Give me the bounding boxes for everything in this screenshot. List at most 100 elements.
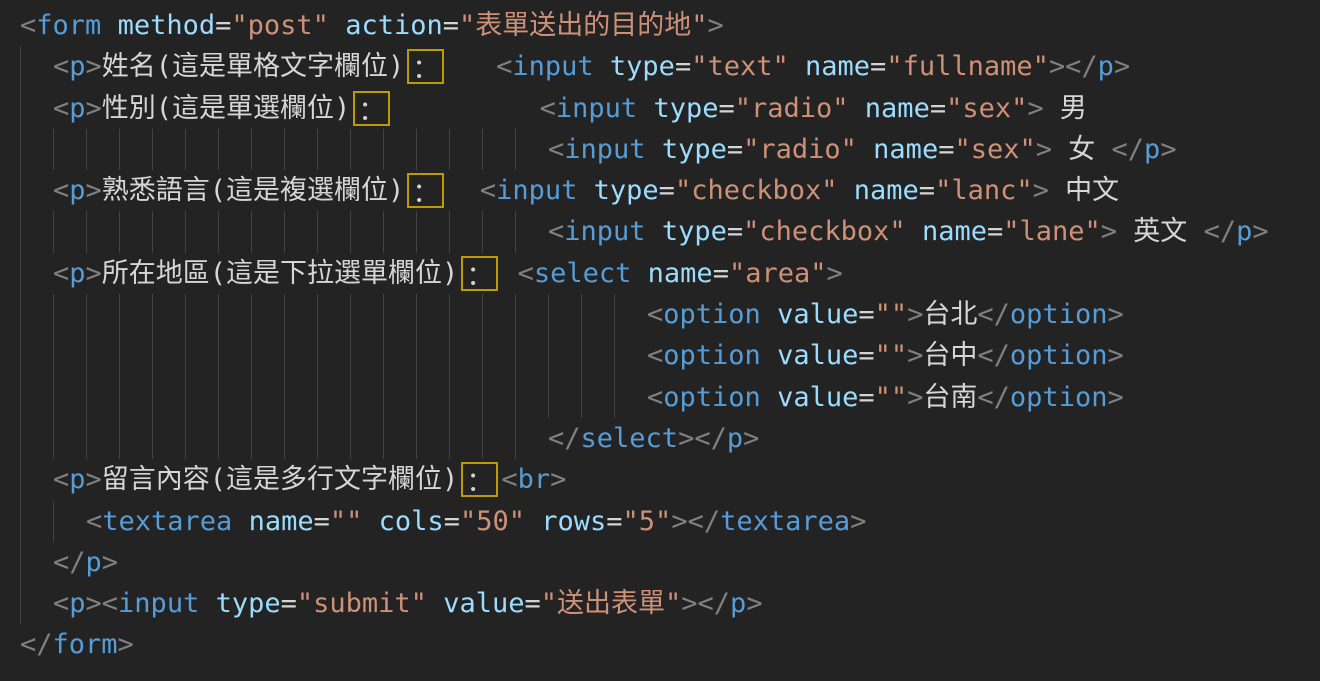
token-attribute-name: value — [443, 583, 524, 624]
indent-guides — [20, 211, 548, 252]
token-text: 中文 — [1049, 170, 1119, 211]
token-string: "" — [330, 501, 363, 542]
token-punctuation: < — [548, 211, 564, 252]
token-text — [857, 129, 873, 170]
code-line: <option value="">台北</option> — [20, 294, 1320, 335]
token-tag-name: option — [663, 294, 761, 335]
token-text — [199, 583, 215, 624]
token-tag-name: br — [518, 459, 551, 500]
token-attribute-name: value — [777, 377, 858, 418]
token-punctuation: < — [86, 501, 102, 542]
token-string: "fullname" — [886, 46, 1049, 87]
token-tag-name: input — [118, 583, 199, 624]
token-attribute-name: type — [610, 46, 675, 87]
token-text — [637, 88, 653, 129]
token-attribute-name: name — [249, 501, 314, 542]
token-operator: = — [444, 501, 460, 542]
token-operator: = — [215, 5, 231, 46]
token-attribute-name: action — [345, 5, 443, 46]
token-string: "5" — [623, 501, 672, 542]
token-operator: = — [919, 170, 935, 211]
token-tag-name: form — [36, 5, 101, 46]
token-punctuation: > — [1101, 211, 1117, 252]
token-attribute-name: type — [216, 583, 281, 624]
token-string: "radio" — [743, 129, 857, 170]
token-tag-name: textarea — [720, 501, 850, 542]
token-tag-name: p — [69, 88, 85, 129]
token-tag-name: p — [69, 170, 85, 211]
token-text — [427, 583, 443, 624]
token-punctuation: > — [850, 501, 866, 542]
token-punctuation: > — [1114, 46, 1130, 87]
indent-guides — [20, 170, 53, 211]
code-line: </select></p> — [20, 418, 1320, 459]
token-string: "text" — [691, 46, 789, 87]
token-attribute-name: name — [873, 129, 938, 170]
token-tag-name: input — [564, 129, 645, 170]
code-line: <option value="">台中</option> — [20, 335, 1320, 376]
indent-guides — [20, 501, 86, 542]
token-tag-name: input — [564, 211, 645, 252]
token-operator: = — [443, 5, 459, 46]
token-operator: = — [713, 253, 729, 294]
token-tag-name: select — [581, 418, 679, 459]
token-operator: = — [727, 129, 743, 170]
token-attribute-name: value — [777, 335, 858, 376]
token-tag-name: p — [1098, 46, 1114, 87]
token-punctuation: > — [746, 583, 762, 624]
token-tag-name: form — [53, 624, 118, 665]
token-string: "" — [875, 294, 908, 335]
token-tag-name: p — [730, 583, 746, 624]
token-operator: = — [858, 294, 874, 335]
token-attribute-name: name — [865, 88, 930, 129]
token-text: 熟悉語言(這是複選欄位) — [102, 170, 405, 211]
code-line: </p> — [20, 542, 1320, 583]
token-attribute-name: type — [653, 88, 718, 129]
token-text — [594, 46, 610, 87]
token-attribute-name: name — [922, 211, 987, 252]
indent-guides — [20, 459, 53, 500]
token-punctuation: < — [53, 583, 69, 624]
code-line: </form> — [20, 624, 1320, 665]
token-punctuation: > — [102, 542, 118, 583]
token-operator: = — [727, 211, 743, 252]
token-punctuation: > — [1107, 377, 1123, 418]
indent-guides — [20, 418, 548, 459]
token-string: "" — [875, 335, 908, 376]
code-line: <p>留言內容(這是多行文字欄位)：<br> — [20, 459, 1320, 500]
token-punctuation: > — [1027, 88, 1043, 129]
indent-guides — [20, 335, 647, 376]
code-line: <input type="radio" name="sex"> 女 </p> — [20, 129, 1320, 170]
token-punctuation: > — [907, 294, 923, 335]
token-punctuation: ></ — [671, 501, 720, 542]
token-tag-name: option — [663, 335, 761, 376]
token-punctuation: > — [708, 5, 724, 46]
token-punctuation: < — [647, 335, 663, 376]
token-operator: = — [858, 377, 874, 418]
token-punctuation: > — [907, 335, 923, 376]
token-punctuation: > — [1036, 129, 1052, 170]
token-text — [362, 501, 378, 542]
token-text: 台南 — [923, 377, 977, 418]
code-line: <p>姓名(這是單格文字欄位)： <input type="text" name… — [20, 46, 1320, 87]
token-text — [577, 170, 593, 211]
token-tag-name: option — [1010, 335, 1108, 376]
token-punctuation: < — [501, 459, 517, 500]
token-tag-name: textarea — [102, 501, 232, 542]
token-punctuation: < — [496, 46, 512, 87]
token-attribute-name: type — [594, 170, 659, 211]
unicode-highlight-colon: ： — [353, 91, 390, 126]
code-line: <input type="checkbox" name="lane"> 英文 <… — [20, 211, 1320, 252]
token-text — [329, 5, 345, 46]
token-punctuation: > — [1252, 211, 1268, 252]
token-text: 姓名(這是單格文字欄位) — [102, 46, 405, 87]
token-tag-name: option — [1010, 294, 1108, 335]
code-editor[interactable]: <form method="post" action="表單送出的目的地"><p… — [0, 0, 1320, 681]
token-text — [761, 377, 777, 418]
token-punctuation: < — [480, 170, 496, 211]
code-line: <form method="post" action="表單送出的目的地"> — [20, 5, 1320, 46]
token-text: 男 — [1044, 88, 1087, 129]
token-text: 台北 — [923, 294, 977, 335]
token-attribute-name: name — [648, 253, 713, 294]
token-operator: = — [870, 46, 886, 87]
